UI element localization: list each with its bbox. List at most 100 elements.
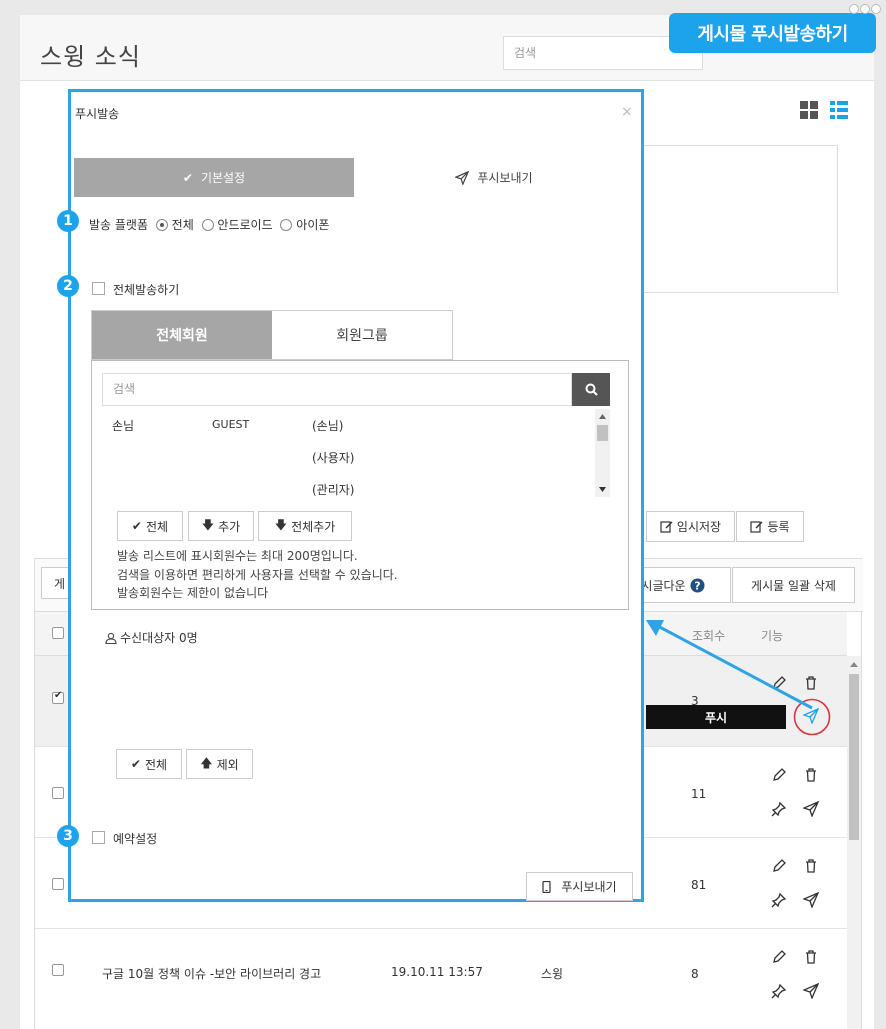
push-send-label: 푸시보내기 bbox=[561, 880, 617, 894]
step-badge-3: 3 bbox=[57, 825, 79, 847]
scroll-up-icon[interactable] bbox=[599, 414, 606, 419]
member-list[interactable]: 손님 GUEST (손님) (사용자) (관리자) bbox=[102, 409, 610, 497]
platform-label: 발송 플랫폼 bbox=[89, 218, 149, 232]
editor-box[interactable] bbox=[630, 145, 838, 293]
row-views: 11 bbox=[691, 787, 707, 801]
tab-basic-settings[interactable]: ✔ 기본설정 bbox=[74, 158, 354, 197]
tab-basic-label: 기본설정 bbox=[200, 171, 246, 185]
bulk-delete-label: 게시물 일괄 삭제 bbox=[751, 578, 836, 593]
edit-icon bbox=[750, 521, 763, 533]
scroll-up-icon[interactable] bbox=[850, 661, 858, 667]
modal-title: 푸시발송 bbox=[75, 107, 120, 121]
send-all-checkbox[interactable] bbox=[92, 282, 105, 295]
pencil-icon[interactable] bbox=[771, 767, 787, 783]
callout-banner: 게시물 푸시발송하기 bbox=[669, 13, 876, 53]
schedule-label: 예약설정 bbox=[113, 832, 158, 846]
trash-icon[interactable] bbox=[803, 949, 819, 965]
check-icon: ✔ bbox=[182, 170, 193, 185]
search-icon bbox=[585, 383, 598, 396]
temp-save-label: 임시저장 bbox=[676, 520, 722, 534]
row-checkbox[interactable] bbox=[52, 787, 64, 799]
row-date: 19.10.11 13:57 bbox=[391, 965, 483, 979]
table-row[interactable]: 구글 10월 정책 이슈 -보안 라이브러리 경고 19.10.11 13:57… bbox=[35, 929, 847, 1029]
remove-label: 제외 bbox=[216, 757, 239, 772]
platform-option-android[interactable]: 안드로이드 bbox=[217, 218, 272, 232]
member-role[interactable]: (손님) bbox=[312, 417, 343, 434]
recipients-all-button[interactable]: ✔ 전체 bbox=[116, 749, 182, 779]
platform-row: 발송 플랫폼 전체 안드로이드 아이폰 bbox=[89, 216, 329, 233]
toolbar-left-label: 게 bbox=[54, 576, 66, 591]
pencil-icon[interactable] bbox=[771, 858, 787, 874]
trash-icon[interactable] bbox=[803, 858, 819, 874]
temp-save-button[interactable]: 임시저장 bbox=[646, 511, 735, 542]
pin-icon[interactable] bbox=[771, 801, 787, 817]
member-scrollbar-thumb[interactable] bbox=[597, 425, 608, 441]
svg-text:?: ? bbox=[694, 579, 700, 592]
push-send-icon[interactable] bbox=[803, 801, 819, 817]
platform-radio-android[interactable] bbox=[201, 219, 214, 231]
row-views: 8 bbox=[691, 967, 699, 981]
check-icon: ✔ bbox=[131, 519, 142, 533]
bulk-delete-button[interactable]: 게시물 일괄 삭제 bbox=[732, 567, 855, 603]
user-icon bbox=[105, 632, 117, 644]
close-icon[interactable]: × bbox=[621, 104, 633, 120]
grid-view-icon[interactable] bbox=[800, 101, 818, 119]
step-badge-2: 2 bbox=[57, 275, 79, 297]
remove-button[interactable]: 🡅 제외 bbox=[186, 749, 253, 779]
register-button[interactable]: 등록 bbox=[736, 511, 804, 542]
member-id[interactable]: GUEST bbox=[212, 418, 249, 431]
select-all-button[interactable]: ✔ 전체 bbox=[117, 511, 183, 541]
register-label: 등록 bbox=[767, 520, 790, 534]
push-send-icon[interactable] bbox=[803, 983, 819, 999]
schedule-checkbox[interactable] bbox=[92, 831, 105, 844]
member-name[interactable]: 손님 bbox=[112, 417, 134, 434]
mobile-icon bbox=[542, 880, 551, 893]
tab-member-group[interactable]: 회원그룹 bbox=[272, 311, 452, 359]
row-title[interactable]: 구글 10월 정책 이슈 -보안 라이브러리 경고 bbox=[102, 965, 321, 982]
list-scrollbar[interactable] bbox=[847, 656, 861, 1029]
scroll-down-icon[interactable] bbox=[599, 487, 606, 492]
download-label: 시글다운 bbox=[641, 578, 686, 593]
pin-icon[interactable] bbox=[771, 983, 787, 999]
add-label: 추가 bbox=[218, 519, 241, 534]
send-icon bbox=[455, 170, 470, 185]
row-checkbox[interactable] bbox=[52, 964, 64, 976]
pencil-icon[interactable] bbox=[771, 949, 787, 965]
push-send-button[interactable]: 푸시보내기 bbox=[526, 872, 633, 901]
tab-all-members[interactable]: 전체회원 bbox=[92, 311, 272, 359]
arrow-up-icon: 🡅 bbox=[200, 755, 213, 770]
list-scrollbar-thumb[interactable] bbox=[849, 674, 859, 840]
row-checkbox[interactable] bbox=[52, 878, 64, 890]
row-checkbox[interactable] bbox=[52, 690, 64, 704]
annotation-arrow bbox=[646, 620, 813, 710]
tab-push-send[interactable]: 푸시보내기 bbox=[354, 158, 634, 197]
trash-icon[interactable] bbox=[803, 767, 819, 783]
member-search-input[interactable]: 검색 bbox=[102, 373, 572, 406]
member-search-button[interactable] bbox=[572, 373, 610, 406]
member-tabs: 전체회원 회원그룹 bbox=[91, 310, 453, 360]
arrow-down-icon: 🡇 bbox=[274, 517, 288, 532]
member-role[interactable]: (관리자) bbox=[312, 481, 354, 497]
tab-send-label: 푸시보내기 bbox=[477, 171, 533, 185]
select-all-checkbox[interactable] bbox=[52, 627, 64, 639]
list-view-icon[interactable] bbox=[830, 101, 848, 119]
add-all-button[interactable]: 🡇 전체추가 bbox=[258, 511, 352, 541]
add-button[interactable]: 🡇 추가 bbox=[188, 511, 254, 541]
recipients-all-label: 전체 bbox=[144, 757, 168, 772]
send-all-label: 전체발송하기 bbox=[113, 283, 180, 297]
window-dots-icon bbox=[849, 4, 881, 14]
member-panel: 검색 손님 GUEST (손님) (사용자) (관리자) ✔ 전체 🡇 추가 🡇 전체… bbox=[91, 360, 629, 610]
member-list-scrollbar[interactable] bbox=[595, 409, 610, 497]
platform-radio-all[interactable] bbox=[155, 219, 168, 231]
platform-radio-iphone[interactable] bbox=[280, 219, 293, 231]
help-icon: ? bbox=[690, 578, 705, 592]
add-all-label: 전체추가 bbox=[291, 519, 336, 534]
info-line: 검색을 이용하면 편리하게 사용자를 선택할 수 있습니다. bbox=[117, 568, 398, 582]
platform-option-all[interactable]: 전체 bbox=[172, 218, 194, 232]
member-role[interactable]: (사용자) bbox=[312, 449, 354, 466]
edit-icon bbox=[660, 521, 673, 533]
platform-option-iphone[interactable]: 아이폰 bbox=[296, 218, 329, 232]
pin-icon[interactable] bbox=[771, 892, 787, 908]
push-send-icon[interactable] bbox=[803, 892, 819, 908]
step-badge-1: 1 bbox=[57, 210, 79, 232]
